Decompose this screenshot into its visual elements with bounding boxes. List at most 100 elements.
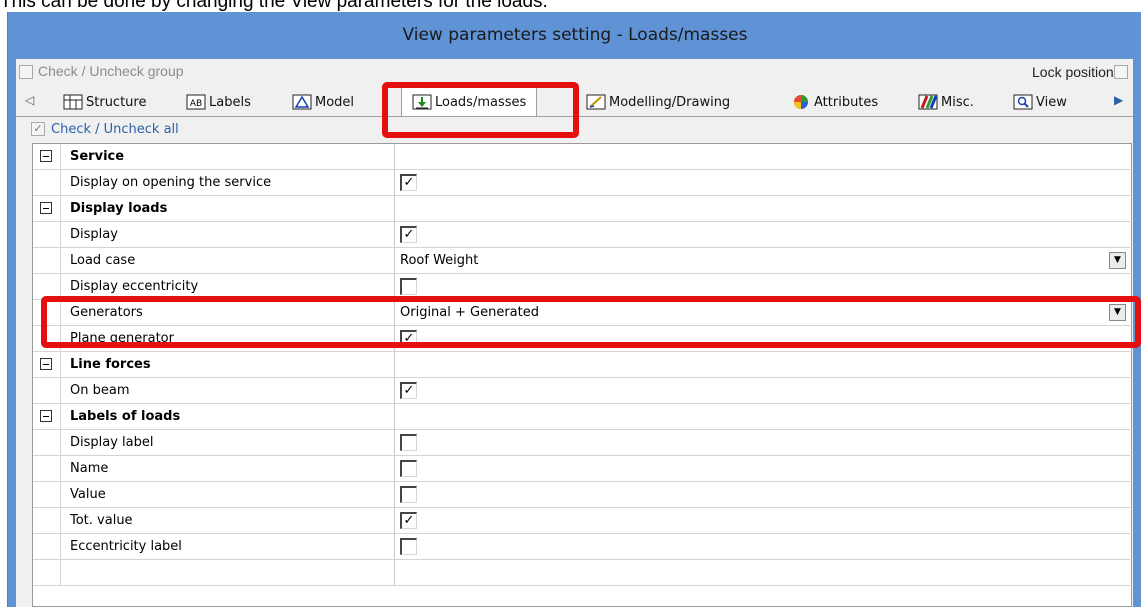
row-label: Service: [70, 149, 125, 164]
section-row-labels-of-loads: Labels of loads: [33, 404, 1133, 430]
load-case-value[interactable]: Roof Weight: [400, 253, 478, 268]
property-row-eccentricity-label: Eccentricity label: [33, 534, 1133, 560]
model-icon: [292, 94, 312, 111]
row-label: Name: [70, 461, 109, 476]
svg-text:AB: AB: [190, 99, 202, 109]
column-divider: [394, 170, 395, 195]
section-row-service: Service: [33, 144, 1133, 170]
property-checkbox[interactable]: [400, 538, 417, 555]
check-group-checkbox[interactable]: [19, 65, 33, 79]
attributes-icon: [791, 94, 811, 111]
scroll-right-icon[interactable]: ▶: [1114, 93, 1123, 107]
misc-icon: [918, 94, 938, 111]
row-label: Display label: [70, 435, 154, 450]
property-row-on-beam: On beam ✓: [33, 378, 1133, 404]
row-gutter: [33, 222, 61, 247]
tab-labels[interactable]: AB Labels: [186, 89, 251, 115]
row-label: Labels of loads: [70, 409, 181, 424]
column-divider: [394, 248, 395, 273]
lock-position-checkbox[interactable]: [1114, 65, 1128, 79]
property-checkbox[interactable]: [400, 434, 417, 451]
tab-label: Model: [315, 94, 355, 110]
section-row-display-loads: Display loads: [33, 196, 1133, 222]
tab-label: View: [1036, 94, 1067, 110]
column-divider: [394, 404, 395, 429]
column-divider: [394, 196, 395, 221]
scroll-left-icon[interactable]: ◁: [25, 93, 34, 107]
row-gutter: [33, 430, 61, 455]
column-divider: [394, 482, 395, 507]
collapse-icon[interactable]: [40, 410, 52, 422]
property-checkbox[interactable]: [400, 486, 417, 503]
check-all-label: Check / Uncheck all: [51, 122, 179, 137]
row-label: Display on opening the service: [70, 175, 272, 190]
column-divider: [394, 430, 395, 455]
row-label: Display loads: [70, 201, 168, 216]
column-divider: [394, 144, 395, 169]
row-gutter: [33, 534, 61, 559]
tab-label: Attributes: [814, 94, 879, 110]
tab-attributes[interactable]: Attributes: [791, 89, 878, 115]
tab-structure[interactable]: Structure: [63, 89, 146, 115]
structure-icon: [63, 94, 83, 111]
tab-model[interactable]: Model: [292, 89, 354, 115]
tab-misc[interactable]: Misc.: [918, 89, 974, 115]
property-checkbox[interactable]: [400, 460, 417, 477]
row-gutter: [33, 378, 61, 403]
collapse-icon[interactable]: [40, 358, 52, 370]
row-gutter: [33, 482, 61, 507]
row-gutter: [33, 352, 61, 377]
row-gutter: [33, 404, 61, 429]
property-checkbox[interactable]: ✓: [400, 382, 417, 399]
row-label: Tot. value: [70, 513, 133, 528]
row-label: Line forces: [70, 357, 151, 372]
parameters-grid: Service Display on opening the service ✓…: [32, 143, 1133, 607]
collapse-icon[interactable]: [40, 150, 52, 162]
row-label: Display: [70, 227, 118, 242]
property-checkbox[interactable]: [400, 278, 417, 295]
property-row-value: Value: [33, 482, 1133, 508]
property-row-display-label: Display label: [33, 430, 1133, 456]
row-label: Eccentricity label: [70, 539, 182, 554]
section-row-line-forces: Line forces: [33, 352, 1133, 378]
row-label: Load case: [70, 253, 136, 268]
property-checkbox[interactable]: ✓: [400, 174, 417, 191]
row-gutter: [33, 144, 61, 169]
property-row-display-on-opening: Display on opening the service ✓: [33, 170, 1133, 196]
window-titlebar[interactable]: View parameters setting - Loads/masses: [8, 12, 1141, 58]
column-divider: [394, 534, 395, 559]
row-gutter: [33, 196, 61, 221]
column-divider: [394, 508, 395, 533]
lock-position-label: Lock position: [1032, 64, 1114, 80]
column-divider: [394, 378, 395, 403]
tab-view[interactable]: View: [1013, 89, 1067, 115]
row-label: On beam: [70, 383, 130, 398]
check-all-checkbox[interactable]: ✓: [31, 122, 45, 136]
row-gutter: [33, 456, 61, 481]
window-title: View parameters setting - Loads/masses: [402, 25, 748, 45]
tab-label: Labels: [209, 94, 251, 110]
empty-row: [33, 560, 1133, 586]
dropdown-arrow-icon[interactable]: ▼: [1109, 252, 1126, 269]
tab-modelling-drawing[interactable]: Modelling/Drawing: [586, 89, 730, 115]
row-gutter: [33, 170, 61, 195]
property-row-tot-value: Tot. value ✓: [33, 508, 1133, 534]
property-checkbox[interactable]: ✓: [400, 226, 417, 243]
view-icon: [1013, 94, 1033, 111]
row-label: Display eccentricity: [70, 279, 199, 294]
row-gutter: [33, 248, 61, 273]
tab-label: Modelling/Drawing: [609, 94, 731, 110]
row-gutter: [33, 560, 61, 585]
property-row-display: Display ✓: [33, 222, 1133, 248]
column-divider: [394, 352, 395, 377]
property-row-name: Name: [33, 456, 1133, 482]
column-divider: [394, 560, 395, 585]
row-highlight-box: [41, 296, 1141, 348]
row-label: Value: [70, 487, 106, 502]
check-group-label: Check / Uncheck group: [38, 63, 184, 79]
tab-label: Misc.: [941, 94, 974, 110]
property-checkbox[interactable]: ✓: [400, 512, 417, 529]
collapse-icon[interactable]: [40, 202, 52, 214]
property-row-load-case: Load case Roof Weight ▼: [33, 248, 1133, 274]
view-parameters-window: View parameters setting - Loads/masses C…: [7, 12, 1141, 607]
